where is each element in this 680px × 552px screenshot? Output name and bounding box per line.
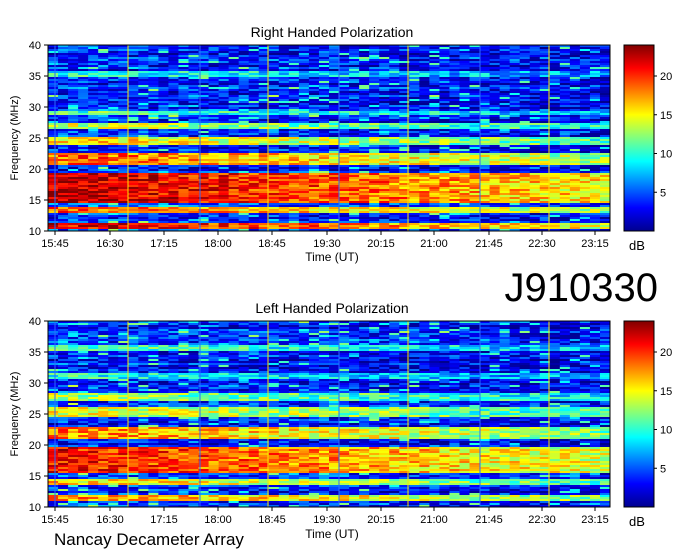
panel-title: Right Handed Polarization: [251, 24, 414, 40]
spectrogram-heatmap: [48, 45, 611, 232]
spectrogram-figure: Right Handed Polarization 10152025303540…: [9, 24, 672, 549]
right-polarization-panel: Right Handed Polarization 10152025303540…: [9, 24, 672, 264]
